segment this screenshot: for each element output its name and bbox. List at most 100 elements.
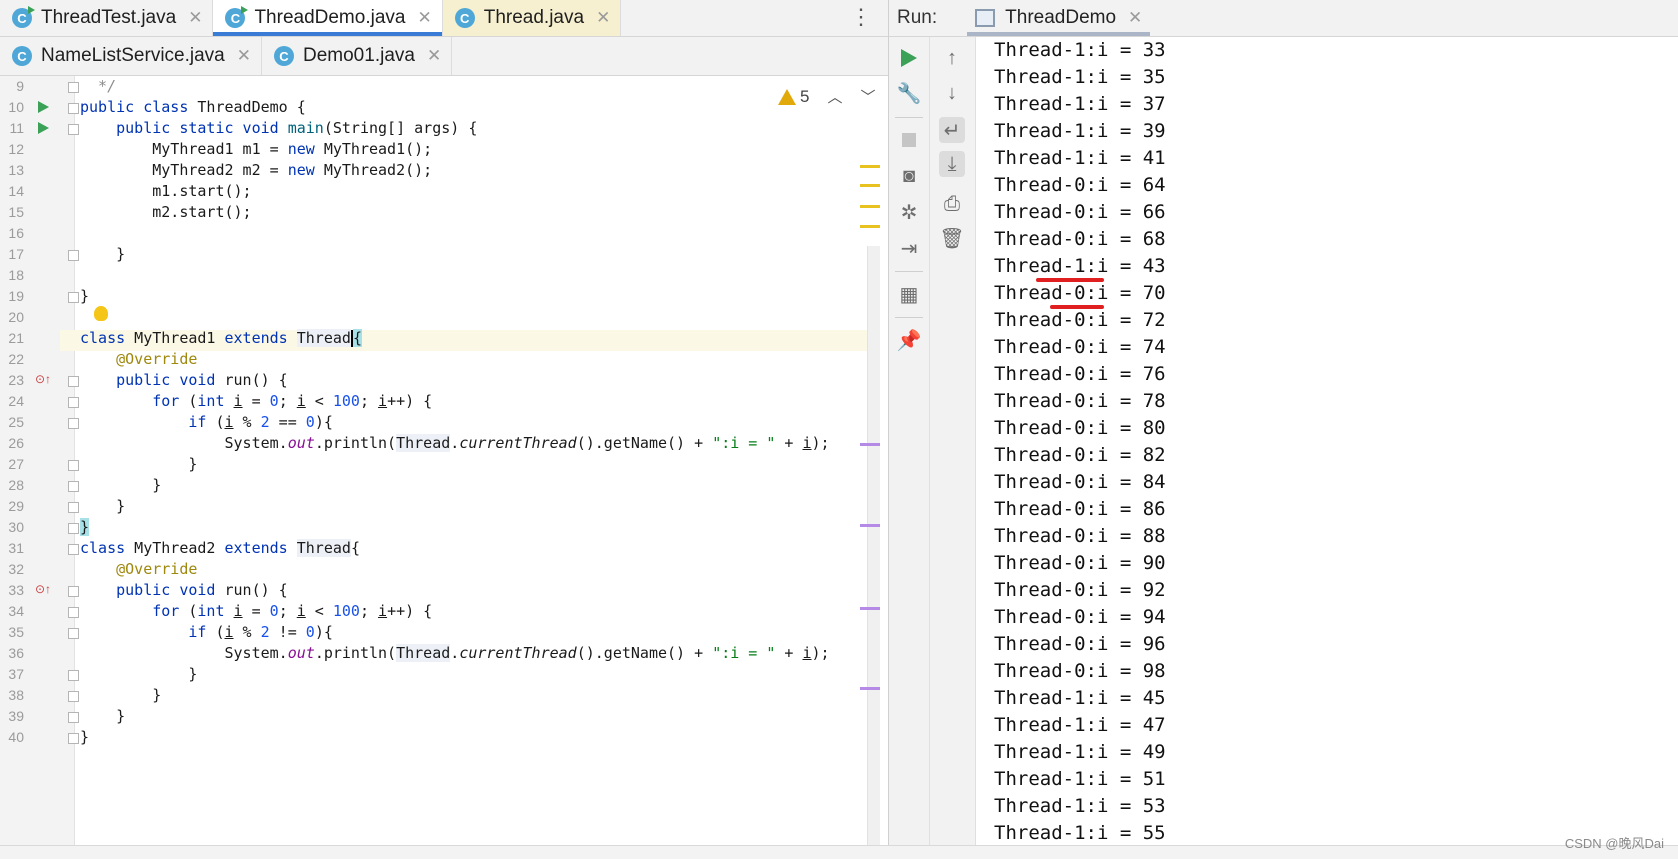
pin-icon[interactable]: 📌 [896,327,922,353]
code-line: } [80,665,198,683]
fold-marker-icon[interactable] [68,82,79,93]
tab-namelistservice[interactable]: C NameListService.java ✕ [0,37,262,75]
toolbar-divider [895,271,923,272]
fold-marker-icon[interactable] [68,733,79,744]
fold-marker-icon[interactable] [68,670,79,681]
run-toolbar-primary: 🔧 ◙ ✲ ⇥ ▦ 📌 [889,37,930,858]
fold-marker-icon[interactable] [68,250,79,261]
toolbar-divider [895,117,923,118]
camera-icon[interactable]: ◙ [896,163,922,189]
close-icon[interactable]: ✕ [417,8,431,28]
chevron-down-icon[interactable]: ﹀ [860,86,875,107]
inspection-widget[interactable]: 5 ︿ ﹀ [778,86,876,107]
fold-marker-icon[interactable] [68,691,79,702]
fold-marker-icon[interactable] [68,628,79,639]
run-panel-header: Run: ThreadDemo ✕ [889,0,1678,37]
close-icon[interactable]: ✕ [188,8,202,28]
override-icon[interactable]: ⊙↑ [35,582,51,596]
fold-marker-icon[interactable] [68,460,79,471]
console-line: Thread-0:i = 96 [994,633,1166,655]
editor-scrollbar[interactable] [867,246,880,846]
line-number: 14 [8,183,24,199]
console-line: Thread-1:i = 51 [994,768,1166,790]
chevron-up-icon[interactable]: ︿ [827,86,842,107]
tab-label: NameListService.java [41,45,225,66]
fold-marker-icon[interactable] [68,397,79,408]
tab-label: ThreadTest.java [41,7,177,28]
warning-count: 5 [800,86,810,106]
line-number: 33 [8,582,24,598]
fold-marker-icon[interactable] [68,418,79,429]
line-number: 20 [8,309,24,325]
line-number: 10 [8,99,24,115]
horizontal-scrollbar[interactable] [0,845,1678,859]
console-line: Thread-0:i = 74 [994,336,1166,358]
fold-marker-icon[interactable] [68,712,79,723]
code-area[interactable]: */ public class ThreadDemo { public stat… [80,76,870,858]
tab-label: ThreadDemo.java [254,7,406,28]
console-line: Thread-0:i = 90 [994,552,1166,574]
red-underline [1050,305,1104,309]
code-line: */ [80,77,117,95]
run-gutter-icon[interactable] [38,101,49,113]
tab-demo01[interactable]: C Demo01.java ✕ [262,37,453,75]
fold-marker-icon[interactable] [68,376,79,387]
arrow-up-icon[interactable]: ↑ [939,45,965,71]
code-line: } [80,728,90,746]
java-class-icon: C [274,46,294,66]
line-number: 19 [8,288,24,304]
run-gutter-icon[interactable] [38,122,49,134]
line-number: 16 [8,225,24,241]
soft-wrap-icon[interactable]: ↵ [939,117,965,143]
warning-marker [860,165,880,168]
fold-marker-icon[interactable] [68,502,79,513]
fold-marker-icon[interactable] [68,103,79,114]
run-icon[interactable] [896,45,922,71]
close-icon[interactable]: ✕ [427,46,441,66]
more-tabs-icon[interactable]: ⋮ [850,4,872,30]
line-number: 27 [8,456,24,472]
usage-marker [860,524,880,527]
line-number: 25 [8,414,24,430]
usage-marker [860,687,880,690]
print-icon[interactable]: ⎙ [939,191,965,217]
tab-threaddemo[interactable]: C ThreadDemo.java ✕ [213,0,443,36]
code-line: System.out.println(Thread.currentThread(… [80,434,830,452]
fold-marker-icon[interactable] [68,544,79,555]
fold-marker-icon[interactable] [68,124,79,135]
close-icon[interactable]: ✕ [1128,8,1142,28]
console-line: Thread-0:i = 86 [994,498,1166,520]
fold-marker-icon[interactable] [68,607,79,618]
fold-marker-icon[interactable] [68,481,79,492]
console-output[interactable]: Thread-1:i = 33 Thread-1:i = 35 Thread-1:i… [976,37,1678,858]
login-icon[interactable]: ⇥ [896,235,922,261]
close-icon[interactable]: ✕ [596,8,610,28]
run-tab-threaddemo[interactable]: ThreadDemo ✕ [967,0,1151,36]
line-number: 40 [8,729,24,745]
tab-threadtest[interactable]: C ThreadTest.java ✕ [0,0,214,36]
trash-icon[interactable]: 🗑 [939,225,965,251]
code-line: } [80,455,198,473]
line-number: 21 [8,330,24,346]
tab-label: Thread.java [483,7,585,28]
line-number: 37 [8,666,24,682]
fold-marker-icon[interactable] [68,523,79,534]
scroll-to-end-icon[interactable]: ⤓ [939,151,965,177]
console-line: Thread-1:i = 55 [994,822,1166,844]
tab-thread[interactable]: C Thread.java ✕ [442,0,622,36]
debug-icon[interactable]: ✲ [896,199,922,225]
wrench-icon[interactable]: 🔧 [896,80,922,106]
override-icon[interactable]: ⊙↑ [35,372,51,386]
close-icon[interactable]: ✕ [237,46,251,66]
java-class-icon: C [12,6,35,28]
layout-icon[interactable]: ▦ [896,281,922,307]
toolbar-divider [895,317,923,318]
code-line: MyThread2 m2 = new MyThread2(); [80,161,433,179]
warning-marker [860,205,880,208]
arrow-down-icon[interactable]: ↓ [939,80,965,106]
console-line: Thread-0:i = 68 [994,228,1166,250]
stop-icon[interactable] [896,127,922,153]
fold-marker-icon[interactable] [68,292,79,303]
fold-marker-icon[interactable] [68,586,79,597]
lightbulb-icon[interactable] [94,306,108,321]
